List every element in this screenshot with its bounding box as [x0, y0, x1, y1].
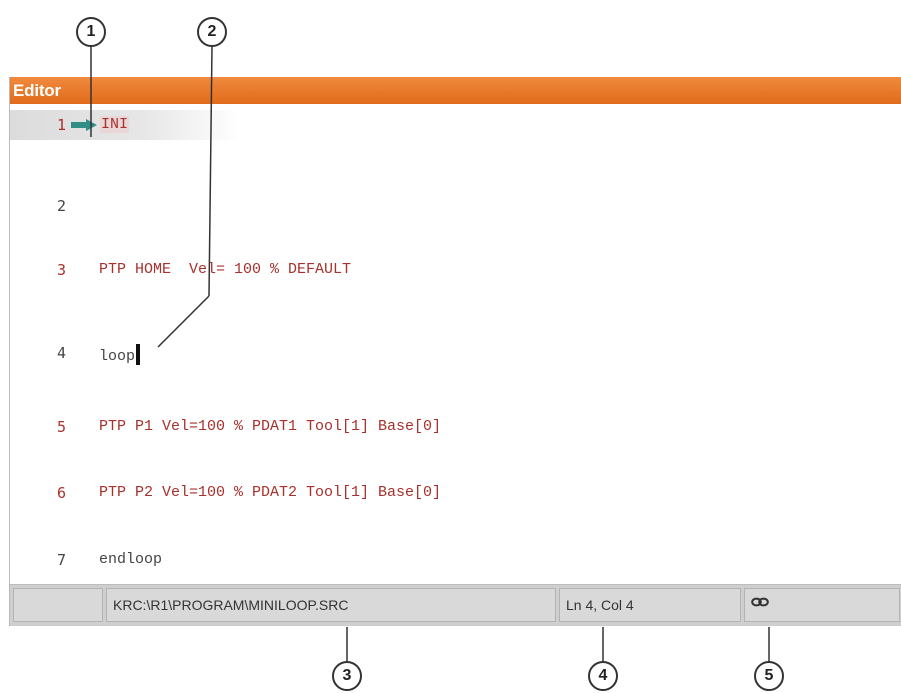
callout-5: 5 [754, 661, 784, 691]
callout-leaders [90, 45, 770, 663]
callout-1: 1 [76, 17, 106, 47]
callout-2: 2 [197, 17, 227, 47]
callout-4: 4 [588, 661, 618, 691]
callout-3: 3 [332, 661, 362, 691]
